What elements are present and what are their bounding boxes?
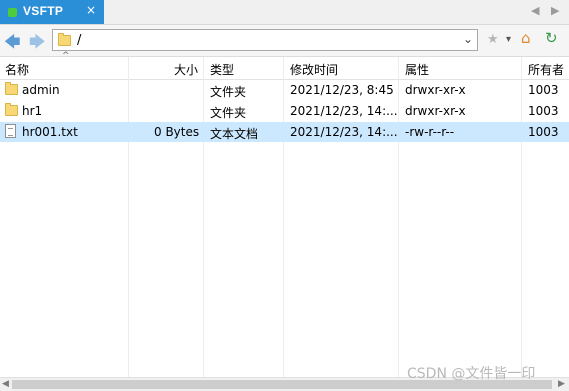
column-modified[interactable]: 修改时间	[290, 61, 338, 78]
file-type: 文本文档	[210, 127, 259, 141]
chevron-down-icon[interactable]: ⌄	[463, 32, 473, 46]
file-row-hr001-txt[interactable]: hr001.txt 0 Bytes 文本文档 2021/12/23, 14:..…	[0, 122, 569, 142]
sort-ascending-icon: ^	[62, 51, 70, 61]
text-file-icon	[5, 124, 16, 138]
tab-bar: VSFTP × ◀ ▶	[0, 0, 569, 25]
file-size: 0 Bytes	[154, 125, 200, 139]
tab-scroll-right-icon[interactable]: ▶	[551, 4, 559, 17]
file-attributes: -rw-r--r--	[405, 125, 455, 139]
folder-icon	[5, 103, 18, 116]
back-arrow-icon[interactable]: 🡄	[4, 31, 21, 58]
file-modified: 2021/12/23, 14:...	[290, 104, 398, 118]
file-name: hr1	[22, 104, 43, 118]
watermark: CSDN @文件皆一印	[407, 366, 536, 382]
file-attributes: drwxr-xr-x	[405, 83, 466, 97]
scroll-right-icon[interactable]: ▶	[558, 379, 565, 389]
current-path: /	[77, 33, 82, 48]
column-size[interactable]: 大小	[174, 61, 198, 78]
favorites-dropdown-icon[interactable]: ▾	[506, 34, 511, 45]
scroll-left-icon[interactable]: ◀	[2, 379, 9, 389]
tab-vsftp[interactable]: VSFTP ×	[0, 0, 104, 24]
file-owner: 1003	[528, 125, 559, 139]
tab-scroll-left-icon[interactable]: ◀	[531, 4, 539, 17]
folder-icon	[5, 82, 18, 95]
connection-status-icon	[8, 8, 17, 17]
file-type: 文件夹	[210, 106, 247, 120]
navigation-toolbar: 🡄 🡆 / ⌄ ★ ▾ ⌂ ↻	[0, 25, 569, 57]
file-row-hr1[interactable]: hr1 文件夹 2021/12/23, 14:... drwxr-xr-x 10…	[0, 101, 569, 121]
file-attributes: drwxr-xr-x	[405, 104, 466, 118]
file-name: hr001.txt	[22, 125, 78, 139]
column-type[interactable]: 类型	[210, 61, 234, 78]
tab-title: VSFTP	[23, 4, 64, 18]
file-row-admin[interactable]: admin 文件夹 2021/12/23, 8:45 drwxr-xr-x 10…	[0, 80, 569, 100]
path-input[interactable]: / ⌄	[52, 29, 478, 51]
refresh-icon[interactable]: ↻	[545, 29, 558, 47]
file-list-header: 名称 ^ 大小 类型 修改时间 属性 所有者	[0, 51, 569, 80]
column-owner[interactable]: 所有者	[528, 61, 564, 78]
file-owner: 1003	[528, 104, 559, 118]
file-type: 文件夹	[210, 85, 247, 99]
favorites-star-icon[interactable]: ★	[487, 32, 499, 47]
home-icon[interactable]: ⌂	[521, 29, 531, 47]
close-tab-icon[interactable]: ×	[86, 3, 96, 17]
file-modified: 2021/12/23, 8:45	[290, 83, 394, 97]
file-modified: 2021/12/23, 14:...	[290, 125, 398, 139]
file-name: admin	[22, 83, 60, 97]
file-owner: 1003	[528, 83, 559, 97]
column-attributes[interactable]: 属性	[405, 61, 429, 78]
forward-arrow-icon[interactable]: 🡆	[29, 31, 46, 58]
column-name[interactable]: 名称	[5, 61, 29, 78]
folder-icon	[58, 33, 71, 46]
